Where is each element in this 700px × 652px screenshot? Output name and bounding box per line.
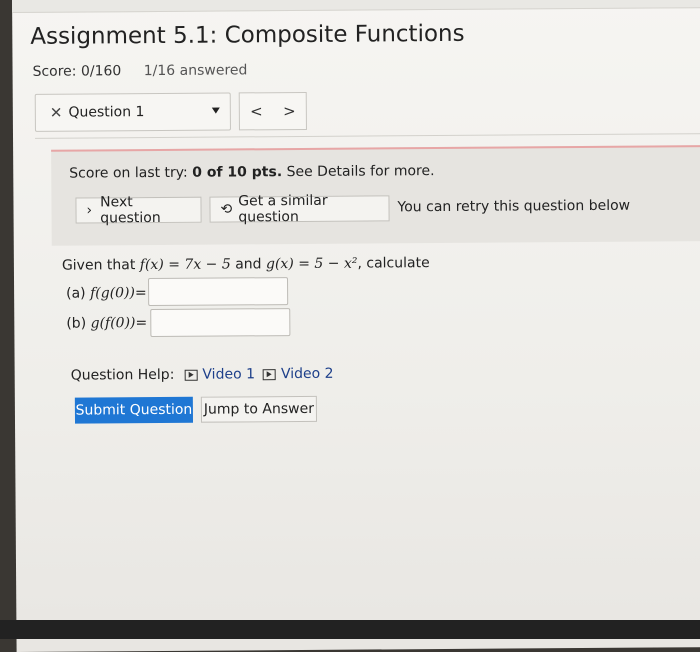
part-a-label: (a) f(g(0))= [66, 285, 147, 302]
play-icon [184, 369, 198, 381]
result-panel: Score on last try: 0 of 10 pts. See Deta… [51, 145, 700, 246]
submit-question-button[interactable]: Submit Question [74, 396, 194, 424]
part-a-answer-input[interactable] [148, 277, 289, 307]
divider [35, 133, 700, 139]
similar-question-button[interactable]: ⟲ Get a similar question [209, 192, 390, 226]
video-1-link[interactable]: Video 1 [184, 366, 256, 383]
refresh-icon: ⟲ [220, 201, 233, 218]
score-suffix: See Details for more. [282, 163, 435, 181]
part-b-letter: (b) [66, 315, 91, 332]
question-help: Question Help: Video 1 Video 2 [71, 366, 342, 384]
score-value: 0 of 10 pts. [192, 164, 283, 181]
video-2-link[interactable]: Video 2 [262, 365, 334, 383]
assignment-page: Assignment 5.1: Composite Functions Scor… [12, 0, 700, 652]
next-question-label: Next question [100, 194, 161, 227]
chevron-down-icon [211, 107, 220, 114]
answered-count: 1/16 answered [143, 62, 248, 80]
chevron-left-icon: < [249, 102, 263, 121]
page-title: Assignment 5.1: Composite Functions [30, 20, 465, 50]
retry-text: You can retry this question below [397, 197, 631, 216]
part-b-expression: g(f(0)) [90, 315, 136, 332]
chevron-right-icon: › [86, 202, 93, 219]
part-b-equals: = [135, 315, 148, 332]
part-b-answer-input[interactable] [150, 308, 291, 338]
g-definition: g(x) = 5 − x² [265, 255, 358, 273]
video-1-label: Video 1 [202, 366, 256, 383]
jump-to-answer-button[interactable]: Jump to Answer [200, 395, 318, 423]
given-text: Given that [61, 257, 140, 274]
question-selector[interactable]: ✕ Question 1 [34, 92, 231, 132]
last-try-score: Score on last try: 0 of 10 pts. See Deta… [69, 163, 434, 182]
video-2-label: Video 2 [280, 365, 334, 383]
assignment-meta: Score: 0/160 1/16 answered [32, 62, 266, 80]
next-question-button[interactable]: › Next question [75, 194, 202, 227]
part-a-equals: = [134, 285, 147, 302]
question-help-label: Question Help: [70, 366, 175, 384]
score-text: Score: 0/160 [32, 63, 122, 80]
screen-bezel [0, 620, 700, 639]
f-definition: f(x) = 7x − 5 [139, 256, 231, 274]
x-icon: ✕ [49, 103, 63, 122]
next-question-arrow-button[interactable]: > [273, 93, 306, 129]
part-a-letter: (a) [66, 285, 91, 302]
calculate-text: , calculate [357, 255, 430, 272]
prev-question-button[interactable]: < [240, 93, 273, 129]
play-icon [262, 368, 277, 380]
part-b-label: (b) g(f(0))= [66, 315, 147, 332]
similar-question-label: Get a similar question [238, 192, 328, 226]
question-statement: Given that f(x) = 7x − 5 and g(x) = 5 − … [62, 255, 430, 274]
top-strip [12, 0, 700, 13]
chevron-right-icon: > [282, 102, 296, 121]
and-text: and [230, 256, 267, 273]
question-label: Question 1 [68, 104, 145, 121]
part-a-expression: f(g(0)) [90, 285, 136, 302]
score-prefix: Score on last try: [69, 164, 193, 182]
question-nav: < > [238, 91, 307, 131]
